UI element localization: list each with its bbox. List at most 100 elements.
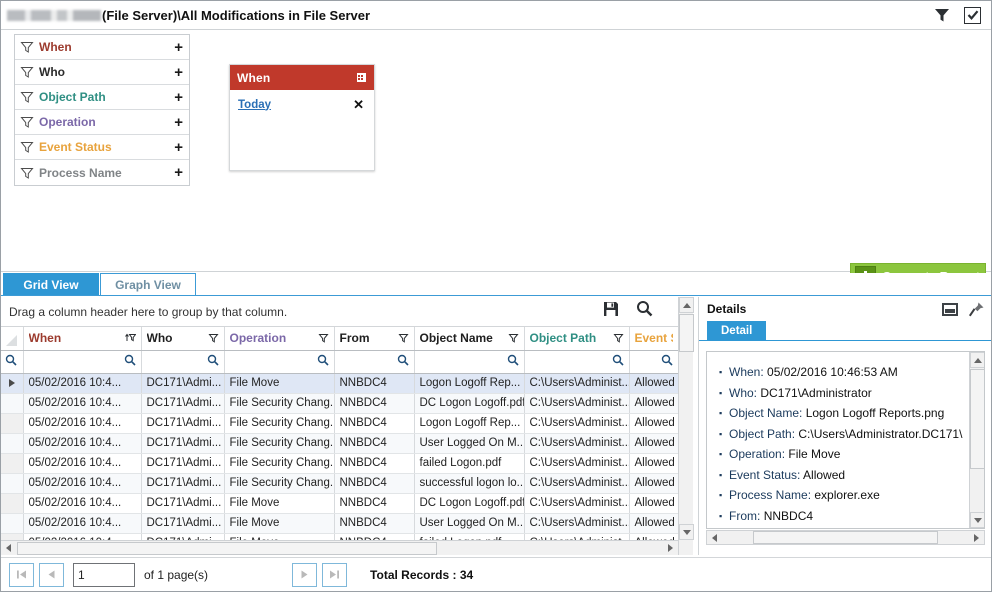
page-number-input[interactable] [73,562,135,587]
column-header-object-name[interactable]: Object Name [414,327,525,351]
search-cell-object-path[interactable] [524,350,630,374]
scroll-down-icon[interactable] [970,512,984,528]
search-cell-when[interactable] [23,350,142,374]
scroll-thumb[interactable] [679,314,694,352]
detail-field-who: Who: DC171\Administrator [719,383,964,404]
scroll-thumb[interactable] [17,541,437,555]
search-icon[interactable] [612,354,624,366]
add-filter-icon[interactable]: + [174,40,183,55]
column-header-object-path[interactable]: Object Path [524,327,630,351]
search-cell-who[interactable] [141,350,225,374]
next-page-button[interactable] [292,562,318,587]
sort-filter-icon[interactable] [207,332,219,344]
filter-item-event-status[interactable]: Event Status + [15,135,189,160]
column-header-who[interactable]: Who [141,327,225,351]
tab-graph-view[interactable]: Graph View [100,273,196,295]
row-selector[interactable] [1,533,24,540]
filter-icon[interactable] [934,7,950,23]
search-cell-from[interactable] [334,350,415,374]
row-selector[interactable] [1,493,24,514]
sort-filter-icon[interactable] [317,332,329,344]
table-row[interactable]: 05/02/2016 10:4... DC171\Admi... File Se… [1,473,678,494]
row-selector[interactable] [1,513,24,534]
row-selector[interactable] [1,373,24,394]
column-header-from[interactable]: From [334,327,415,351]
when-chip-link[interactable]: Today [238,99,271,111]
search-icon[interactable] [124,354,136,366]
row-selector[interactable] [1,413,24,434]
search-icon[interactable] [636,300,653,317]
calendar-icon[interactable] [356,72,367,83]
sort-filter-icon[interactable] [612,332,624,344]
column-header-event-status[interactable]: Event Sta [629,327,678,351]
scroll-left-icon[interactable] [1,542,16,555]
column-header-operation[interactable]: Operation [224,327,335,351]
close-icon[interactable]: ✕ [353,98,366,111]
search-icon[interactable] [507,354,519,366]
first-page-button[interactable] [9,562,34,587]
filter-item-operation[interactable]: Operation + [15,110,189,135]
detail-field-key: Object Name: [729,406,803,420]
add-filter-icon[interactable]: + [174,90,183,105]
scroll-down-icon[interactable] [679,524,694,540]
search-icon[interactable] [5,354,17,366]
filter-item-when[interactable]: When + [15,35,189,60]
row-selector[interactable] [1,453,24,474]
group-by-dropzone[interactable]: Drag a column header here to group by th… [1,297,693,327]
search-icon[interactable] [317,354,329,366]
filter-item-process-name[interactable]: Process Name + [15,160,189,185]
cell-object-path: C:\Users\Administ... [524,453,630,474]
search-icon[interactable] [397,354,409,366]
table-row[interactable]: 05/02/2016 10:4... DC171\Admi... File Mo… [1,493,678,514]
filter-item-object-path[interactable]: Object Path + [15,85,189,110]
grid-corner-cell[interactable] [1,327,24,351]
row-selector[interactable] [1,393,24,414]
previous-page-button[interactable] [39,562,64,587]
table-row[interactable]: 05/02/2016 10:4... DC171\Admi... File Se… [1,393,678,414]
add-filter-icon[interactable]: + [174,65,183,80]
search-cell-object-name[interactable] [414,350,525,374]
table-row[interactable]: 05/02/2016 10:4... DC171\Admi... File Se… [1,453,678,474]
search-cell-operation[interactable] [224,350,335,374]
sort-filter-icon[interactable] [507,332,519,344]
last-page-button[interactable] [322,562,348,587]
column-header-when[interactable]: When [23,327,142,351]
checkbox-checked-icon[interactable] [964,6,981,24]
filter-item-who[interactable]: Who + [15,60,189,85]
tab-grid-view[interactable]: Grid View [3,273,99,295]
table-row[interactable]: 05/02/2016 10:4... DC171\Admi... File Se… [1,413,678,434]
tab-detail[interactable]: Detail [707,321,767,340]
save-icon[interactable] [603,301,619,317]
scroll-up-icon[interactable] [679,297,694,313]
scroll-thumb[interactable] [753,531,938,544]
scroll-left-icon[interactable] [707,531,722,544]
sort-filter-icon[interactable] [124,332,136,344]
sort-filter-icon[interactable] [397,332,409,344]
search-icon[interactable] [207,354,219,366]
first-page-icon [17,570,26,579]
details-horizontal-scrollbar[interactable] [706,530,985,545]
detail-field-key: From: [729,508,761,523]
scroll-right-icon[interactable] [663,542,678,555]
add-filter-icon[interactable]: + [174,115,183,130]
search-icon[interactable] [661,354,673,366]
add-filter-icon[interactable]: + [174,165,183,180]
scroll-right-icon[interactable] [969,531,984,544]
search-cell[interactable] [1,350,24,374]
row-selector[interactable] [1,473,24,494]
add-filter-icon[interactable]: + [174,140,183,155]
minimize-icon[interactable] [942,302,958,316]
scroll-thumb[interactable] [970,369,984,469]
search-cell-event-status[interactable] [629,350,678,374]
grid-vertical-scrollbar[interactable] [678,297,694,555]
table-row[interactable]: 05/02/2016 10:4... DC171\Admi... File Se… [1,433,678,454]
row-selector[interactable] [1,433,24,454]
details-vertical-scrollbar[interactable] [969,352,984,528]
table-row[interactable]: 05/02/2016 10:4... DC171\Admi... File Mo… [1,373,678,394]
table-row[interactable]: 05/02/2016 10:4... DC171\Admi... File Mo… [1,513,678,534]
table-row[interactable]: 05/02/2016 10:4... DC171\Admi... File Mo… [1,533,678,540]
pin-icon[interactable] [968,301,985,318]
detail-field-key: Event Status: [729,467,801,482]
grid-horizontal-scrollbar[interactable] [1,540,678,555]
scroll-up-icon[interactable] [970,352,984,368]
